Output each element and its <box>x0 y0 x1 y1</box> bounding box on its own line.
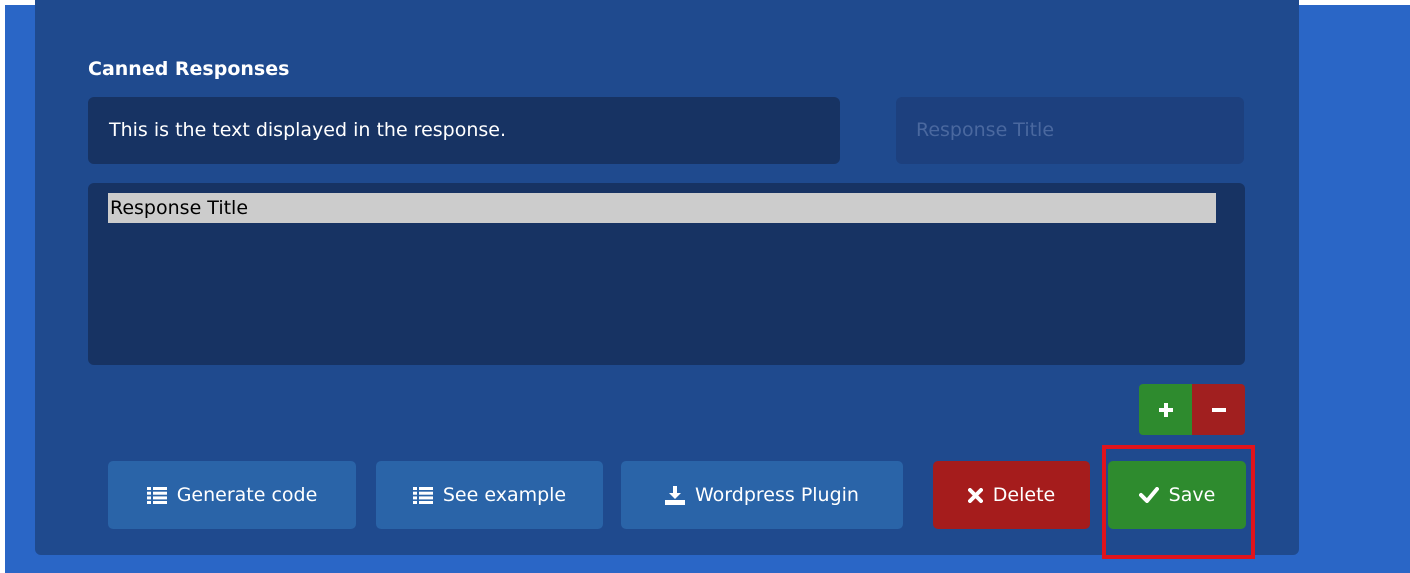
add-response-button[interactable] <box>1139 384 1192 435</box>
list-icon <box>146 486 167 504</box>
list-icon <box>412 486 433 504</box>
plus-icon <box>1158 402 1173 417</box>
close-icon <box>967 487 983 503</box>
response-title-input[interactable]: Response Title <box>896 97 1244 164</box>
wordpress-plugin-label: Wordpress Plugin <box>695 484 859 506</box>
see-example-button[interactable]: See example <box>376 461 603 529</box>
generate-code-label: Generate code <box>176 484 318 506</box>
response-text-input[interactable]: This is the text displayed in the respon… <box>88 97 840 164</box>
generate-code-button[interactable]: Generate code <box>108 461 356 529</box>
left-border <box>0 5 5 573</box>
minus-icon <box>1211 407 1226 412</box>
see-example-label: See example <box>442 484 567 506</box>
wordpress-plugin-button[interactable]: Wordpress Plugin <box>621 461 903 529</box>
delete-label: Delete <box>992 484 1056 506</box>
download-icon <box>665 485 685 505</box>
delete-button[interactable]: Delete <box>933 461 1090 529</box>
remove-response-button[interactable] <box>1192 384 1245 435</box>
section-title: Canned Responses <box>88 58 290 80</box>
list-item[interactable]: Response Title <box>108 193 1216 223</box>
save-highlight-box <box>1102 445 1255 559</box>
responses-listbox[interactable]: Response Title <box>88 183 1245 365</box>
